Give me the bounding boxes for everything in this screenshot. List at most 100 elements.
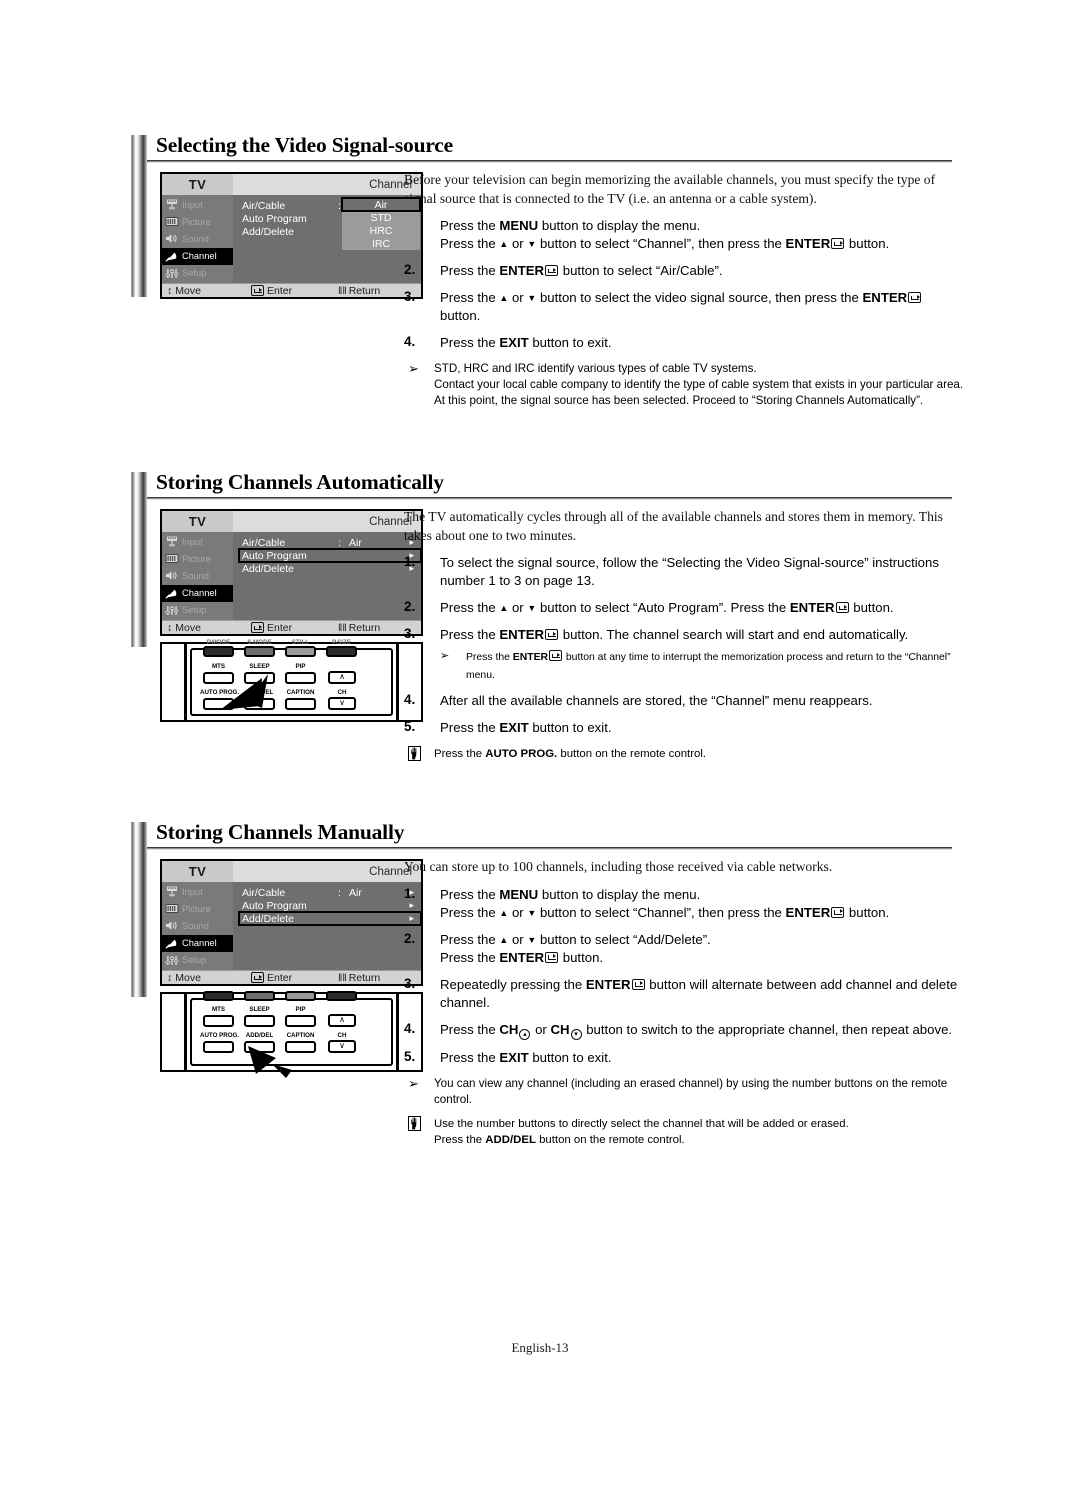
osd-sidebar-item-sound[interactable]: Sound [162, 917, 233, 934]
remote-button-smode[interactable] [244, 646, 275, 657]
remote-button-still[interactable] [285, 646, 316, 657]
steps-list: 1. Press the MENU button to display the … [404, 886, 964, 1067]
page-footer: English-13 [511, 1340, 569, 1355]
osd-footer-move: ↕ Move [167, 971, 201, 984]
heading-divider [147, 847, 952, 850]
enter-icon [831, 906, 845, 918]
osd-titlebar: TV Channel [162, 511, 421, 532]
step-body: To select the signal source, follow the … [440, 555, 939, 588]
section-2-text: The TV automatically cycles through all … [404, 508, 964, 762]
osd-sidebar-item-picture[interactable]: Picture [162, 550, 233, 567]
picture-screen-icon [164, 216, 179, 228]
step-body: Press the ▲ or ▼ button to select “Auto … [440, 600, 894, 615]
pointer-cursor-icon [220, 674, 268, 710]
remote-button-pmode[interactable] [203, 646, 234, 657]
remote-button-smode[interactable] [244, 991, 275, 1001]
satellite-dish-icon [164, 937, 179, 949]
remote-button-psize[interactable] [326, 991, 357, 1001]
osd-sidebar-item-channel[interactable]: Channel [162, 934, 233, 952]
osd-row-auto-program[interactable]: Auto Program ▸ [239, 899, 421, 912]
step-number: 2. [404, 930, 416, 946]
osd-sidebar-item-channel[interactable]: Channel [162, 584, 233, 602]
osd-footer: ↕ Move Enter ‖‖ Return [162, 970, 421, 984]
remote-button-mts[interactable] [203, 1015, 234, 1027]
osd-sidebar-item-picture[interactable]: Picture [162, 900, 233, 917]
step-item: 1. To select the signal source, follow t… [404, 554, 964, 590]
osd-sidebar-item-sound[interactable]: Sound [162, 230, 233, 247]
osd-menu-items: Air/Cable : Air ▸ Auto Program ▸ Add/Del… [233, 532, 421, 620]
osd-sidebar-item-sound[interactable]: Sound [162, 567, 233, 584]
sliders-icon [164, 954, 179, 966]
osd-sidebar-item-setup[interactable]: Setup [162, 265, 233, 282]
enter-icon [631, 978, 645, 990]
section-storing-channels-automatically: Storing Channels Automatically TV Channe… [0, 470, 1080, 761]
osd-footer: ↕ Move Enter ‖‖ Return [162, 283, 421, 297]
manual-page: Selecting the Video Signal-source TV Cha… [0, 0, 1080, 1487]
osd-air-cable-dropdown[interactable]: Air STD HRC IRC [341, 197, 421, 250]
osd-row-auto-program[interactable]: Auto Program ▸ [238, 548, 421, 563]
heading-divider [147, 160, 952, 163]
note-body: You can view any channel (including an e… [434, 1076, 948, 1106]
section-heading-block: Storing Channels Automatically [0, 470, 1080, 647]
enter-icon [831, 238, 845, 249]
remote-label-smode: S.MODE [247, 639, 272, 646]
step-number: 2. [404, 262, 416, 277]
remote-button-psize[interactable] [326, 646, 357, 657]
osd-sidebar-item-setup[interactable]: Setup [162, 602, 233, 619]
osd-row-air-cable[interactable]: Air/Cable : Air ▸ [239, 886, 421, 899]
remote-button-auto-prog[interactable] [203, 1041, 234, 1053]
osd-sidebar-item-input[interactable]: Input [162, 196, 233, 213]
intro-paragraph: The TV automatically cycles through all … [404, 509, 943, 543]
osd-row-colon: : [338, 886, 341, 899]
step-item: 2. Press the ▲ or ▼ button to select “Au… [404, 599, 964, 617]
remote-button-pip[interactable] [285, 1015, 316, 1027]
step-number: 3. [404, 626, 416, 641]
osd-sidebar-label: Setup [182, 268, 207, 279]
remote-label-pip: PIP [295, 1006, 306, 1013]
step-number: 3. [404, 289, 416, 304]
enter-icon [549, 650, 562, 661]
osd-row-label: Add/Delete [242, 912, 294, 925]
osd-menu-title: Channel [233, 861, 421, 882]
intro-paragraph: Before your television can begin memoriz… [404, 172, 936, 206]
step-number: 4. [404, 1020, 416, 1036]
osd-dropdown-option-std[interactable]: STD [342, 211, 420, 224]
osd-footer-move: ↕ Move [167, 621, 201, 634]
osd-row-value: Air [349, 886, 362, 899]
chevron-down-icon: ∨ [339, 1041, 345, 1050]
step-item: 3. Press the ▲ or ▼ button to select the… [404, 289, 964, 325]
note-body: STD, HRC and IRC identify various types … [434, 362, 964, 407]
osd-row-air-cable[interactable]: Air/Cable : Air ▸ [239, 536, 421, 549]
osd-sidebar-item-picture[interactable]: Picture [162, 213, 233, 230]
remote-label-ch: CH [337, 1032, 347, 1039]
enter-icon [545, 265, 559, 276]
osd-dropdown-option-hrc[interactable]: HRC [342, 224, 420, 237]
osd-sidebar-item-setup[interactable]: Setup [162, 952, 233, 969]
remote-button-caption[interactable] [285, 698, 316, 710]
remote-button-pmode[interactable] [203, 991, 234, 1001]
osd-sidebar-label: Setup [182, 955, 207, 966]
remote-button-still[interactable] [285, 991, 316, 1001]
pointer-cursor-icon [248, 1046, 292, 1078]
osd-tv-label: TV [162, 174, 233, 195]
osd-sidebar-item-input[interactable]: Input [162, 533, 233, 550]
move-arrows-icon: ↕ [167, 284, 173, 297]
osd-sidebar-item-input[interactable]: Input [162, 883, 233, 900]
enter-icon [835, 602, 849, 613]
osd-sidebar-label: Sound [182, 920, 209, 931]
osd-row-label: Add/Delete [242, 562, 294, 575]
osd-row-label: Auto Program [242, 549, 307, 562]
osd-dropdown-option-air[interactable]: Air [341, 197, 421, 212]
tv-osd-menu-2: TV Channel Input Picture Sound Channel S… [160, 509, 423, 636]
osd-dropdown-option-irc[interactable]: IRC [342, 237, 420, 250]
osd-row-add-delete[interactable]: Add/Delete ▸ [238, 911, 421, 926]
osd-tv-label: TV [162, 511, 233, 532]
osd-sidebar-item-channel[interactable]: Channel [162, 247, 233, 265]
step-number: 1. [404, 885, 416, 901]
heading-accent-bar [131, 822, 147, 997]
remote-button-sleep[interactable] [244, 1015, 275, 1027]
remote-button-pip[interactable] [285, 672, 316, 684]
osd-row-add-delete[interactable]: Add/Delete ▸ [239, 562, 421, 575]
osd-footer-move: ↕ Move [167, 284, 201, 297]
picture-screen-icon [164, 553, 179, 565]
